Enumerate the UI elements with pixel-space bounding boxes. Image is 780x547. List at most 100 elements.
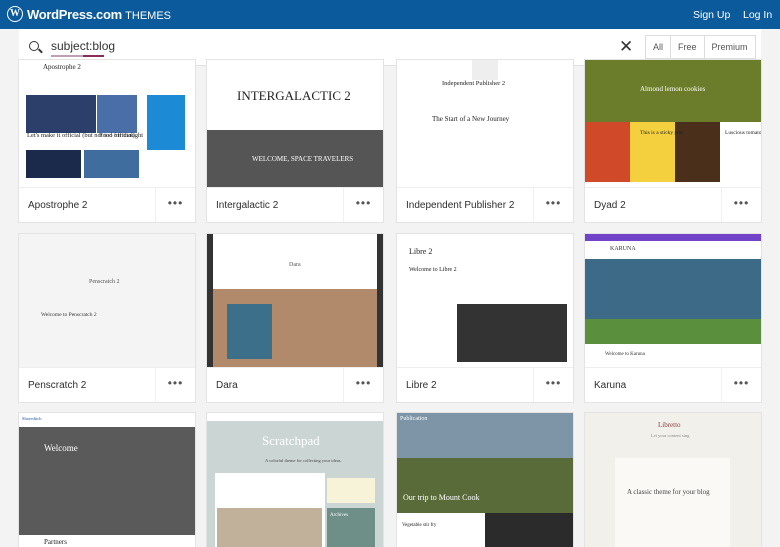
theme-caption: Karuna ••• [585, 367, 761, 402]
more-options-icon[interactable]: ••• [721, 188, 761, 222]
theme-card[interactable]: Dara Dara ••• [207, 234, 383, 402]
theme-name[interactable]: Penscratch 2 [28, 380, 86, 391]
brand-name: WordPress.com [27, 7, 122, 22]
theme-caption: Libre 2 ••• [397, 367, 573, 402]
more-options-icon[interactable]: ••• [343, 368, 383, 402]
screenshot-block [397, 458, 573, 513]
search-icon[interactable] [29, 41, 39, 51]
theme-screenshot[interactable]: Shoreditch Welcome Partners [19, 413, 195, 547]
screenshot-block [585, 234, 761, 241]
theme-card[interactable]: Apostrophe 2 Let's make it official (but … [19, 60, 195, 222]
theme-screenshot[interactable]: Almond lemon cookies This is a sticky pos… [585, 60, 761, 187]
theme-name[interactable]: Independent Publisher 2 [406, 200, 514, 211]
thumb-headline: Welcome to Karuna [605, 352, 645, 357]
thumb-headline: A colorful theme for collecting your ide… [265, 458, 342, 463]
screenshot-block [26, 150, 81, 178]
theme-card[interactable]: Scratchpad A colorful theme for collectin… [207, 413, 383, 547]
thumb-title: Independent Publisher 2 [442, 80, 506, 87]
theme-card[interactable]: Shoreditch Welcome Partners [19, 413, 195, 547]
theme-card[interactable]: KARUNA Welcome to Karuna Karuna ••• [585, 234, 761, 402]
theme-name[interactable]: Dara [216, 380, 238, 391]
thumb-title: Dara [289, 262, 301, 268]
search-input[interactable] [51, 39, 551, 53]
thumb-title: Libretto [658, 421, 681, 429]
more-options-icon[interactable]: ••• [155, 188, 195, 222]
brand-section: THEMES [125, 10, 171, 22]
thumb-title: Publication [400, 416, 428, 422]
theme-card[interactable]: Libretto A classic theme for your blog Let… [585, 413, 761, 547]
theme-caption: Intergalactic 2 ••• [207, 187, 383, 222]
theme-caption: Dyad 2 ••• [585, 187, 761, 222]
theme-screenshot[interactable]: Apostrophe 2 Let's make it official (but … [19, 60, 195, 187]
thumb-side-text: Archives [330, 513, 349, 518]
screenshot-block [585, 319, 761, 344]
theme-card[interactable]: Almond lemon cookies This is a sticky pos… [585, 60, 761, 222]
thumb-title: INTERGALACTIC 2 [237, 88, 351, 103]
screenshot-block [97, 95, 137, 133]
log-in-link[interactable]: Log In [743, 9, 772, 21]
thumb-title: Scratchpad [262, 433, 320, 448]
theme-name[interactable]: Intergalactic 2 [216, 200, 278, 211]
screenshot-block [377, 234, 383, 367]
filter-free[interactable]: Free [670, 36, 704, 58]
theme-screenshot[interactable]: Publication Our trip to Mount Cook Vegetab… [397, 413, 573, 547]
screenshot-block [84, 150, 139, 178]
thumb-title: Apostrophe 2 [43, 63, 81, 71]
theme-name[interactable]: Apostrophe 2 [28, 200, 88, 211]
screenshot-block [147, 95, 185, 150]
sign-up-link[interactable]: Sign Up [693, 9, 730, 21]
theme-screenshot[interactable]: INTERGALACTIC 2 WELCOME, SPACE TRAVELERS [207, 60, 383, 187]
thumb-side-text: Food for thought [99, 132, 144, 139]
theme-screenshot[interactable]: Scratchpad A colorful theme for collectin… [207, 413, 383, 547]
theme-screenshot[interactable]: Libretto A classic theme for your blog Let… [585, 413, 761, 547]
thumb-title: Penscratch 2 [89, 279, 120, 285]
theme-screenshot[interactable]: Libre 2 Welcome to Libre 2 [397, 234, 573, 367]
thumb-title: Shoreditch [22, 416, 42, 421]
theme-screenshot[interactable]: Dara [207, 234, 383, 367]
theme-caption: Independent Publisher 2 ••• [397, 187, 573, 222]
screenshot-block [327, 478, 375, 503]
screenshot-block [227, 304, 272, 359]
theme-card[interactable]: Libre 2 Welcome to Libre 2 Libre 2 ••• [397, 234, 573, 402]
theme-card[interactable]: INTERGALACTIC 2 WELCOME, SPACE TRAVELERS I… [207, 60, 383, 222]
screenshot-block [457, 304, 567, 362]
screenshot-block [615, 458, 730, 547]
filter-all[interactable]: All [646, 36, 670, 58]
thumb-title: KARUNA [610, 246, 636, 252]
theme-card[interactable]: Penscratch 2 Welcome to Penscratch 2 Pensc… [19, 234, 195, 402]
filter-segmented-control: All Free Premium [645, 35, 756, 59]
theme-screenshot[interactable]: Penscratch 2 Welcome to Penscratch 2 [19, 234, 195, 367]
more-options-icon[interactable]: ••• [533, 368, 573, 402]
thumb-headline: WELCOME, SPACE TRAVELERS [252, 155, 354, 163]
screenshot-block [217, 508, 322, 547]
wordpress-logo-icon[interactable]: W [7, 6, 23, 22]
more-options-icon[interactable]: ••• [155, 368, 195, 402]
more-options-icon[interactable]: ••• [721, 368, 761, 402]
theme-name[interactable]: Dyad 2 [594, 200, 626, 211]
thumb-side-text: Vegetable stir fry [402, 523, 437, 528]
theme-screenshot[interactable]: KARUNA Welcome to Karuna [585, 234, 761, 367]
thumb-headline: This is a sticky post [640, 130, 684, 136]
more-options-icon[interactable]: ••• [533, 188, 573, 222]
thumb-headline: Our trip to Mount Cook [403, 493, 480, 502]
thumb-side-text: Let your content sing [651, 433, 690, 438]
thumb-headline: Welcome to Penscratch 2 [41, 312, 97, 318]
theme-name[interactable]: Karuna [594, 380, 626, 391]
thumb-title: Libre 2 [409, 247, 433, 256]
theme-caption: Apostrophe 2 ••• [19, 187, 195, 222]
theme-card[interactable]: Independent Publisher 2 The Start of a Ne… [397, 60, 573, 222]
more-options-icon[interactable]: ••• [343, 188, 383, 222]
brand[interactable]: WordPress.com THEMES [27, 7, 171, 22]
screenshot-block [585, 122, 630, 182]
filter-premium[interactable]: Premium [703, 36, 755, 58]
search-token-underline [51, 55, 104, 57]
theme-screenshot[interactable]: Independent Publisher 2 The Start of a Ne… [397, 60, 573, 187]
close-icon[interactable]: ✕ [619, 37, 633, 57]
theme-card[interactable]: Publication Our trip to Mount Cook Vegetab… [397, 413, 573, 547]
theme-caption: Dara ••• [207, 367, 383, 402]
top-bar: W WordPress.com THEMES Sign Up Log In [0, 0, 780, 29]
thumb-side-text: Partners [44, 538, 67, 546]
thumb-headline: A classic theme for your blog [627, 488, 710, 496]
screenshot-block [472, 60, 498, 80]
theme-name[interactable]: Libre 2 [406, 380, 437, 391]
